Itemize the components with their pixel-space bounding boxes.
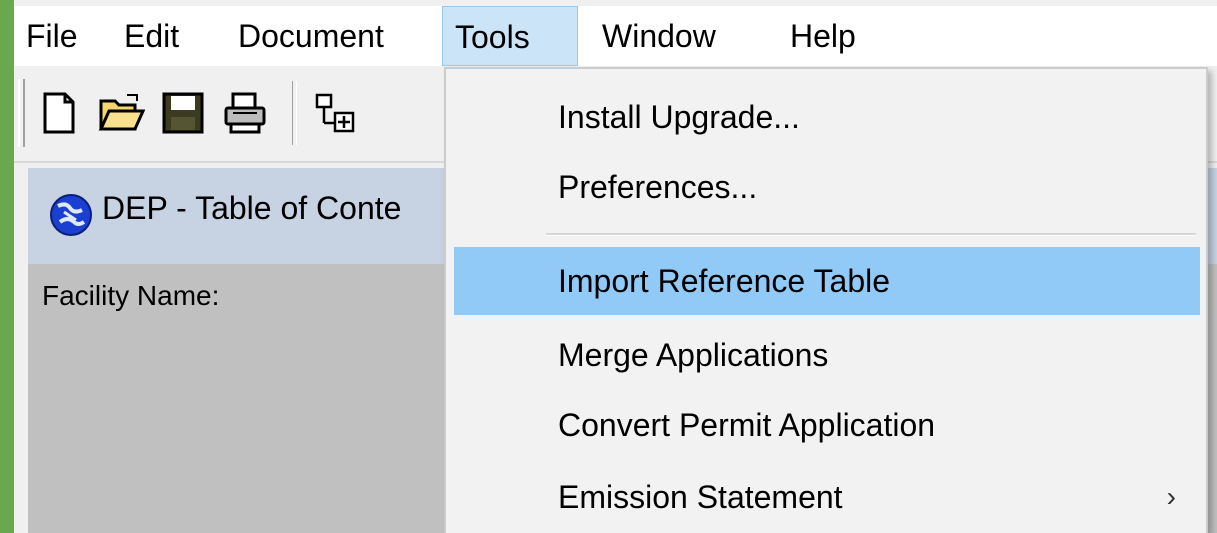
- menu-file[interactable]: File: [14, 6, 90, 66]
- menu-item-label: Preferences...: [558, 169, 758, 205]
- menu-item-import-reference-table[interactable]: Import Reference Table: [454, 247, 1200, 315]
- open-folder-icon[interactable]: [92, 81, 150, 145]
- menu-bar: File Edit Document Tools Window Help: [14, 6, 1217, 66]
- menu-tools[interactable]: Tools: [442, 6, 578, 66]
- menu-item-preferences[interactable]: Preferences...: [454, 153, 1200, 221]
- toolbar-grip[interactable]: [18, 79, 25, 147]
- menu-item-label: Emission Statement: [558, 479, 843, 515]
- subwindow-title: DEP - Table of Conte: [102, 190, 402, 226]
- application-window: File Edit Document Tools Window Help DEP…: [14, 0, 1217, 533]
- toolbar-separator: [292, 81, 297, 145]
- menu-item-label: Merge Applications: [558, 337, 829, 373]
- menu-edit[interactable]: Edit: [112, 6, 191, 66]
- menu-item-label: Install Upgrade...: [558, 99, 800, 135]
- menu-item-merge-applications[interactable]: Merge Applications: [454, 321, 1200, 389]
- globe-app-icon: [48, 192, 94, 243]
- menu-separator: [546, 233, 1196, 236]
- menu-window[interactable]: Window: [590, 6, 728, 66]
- menu-item-install-upgrade[interactable]: Install Upgrade...: [454, 83, 1200, 151]
- facility-name-label: Facility Name:: [42, 280, 220, 311]
- print-icon[interactable]: [216, 81, 274, 145]
- new-document-icon[interactable]: [30, 81, 88, 145]
- save-disk-icon[interactable]: [154, 81, 212, 145]
- menu-document[interactable]: Document: [226, 6, 396, 66]
- tools-menu-dropdown: Install Upgrade... Preferences... Import…: [444, 67, 1208, 533]
- tree-add-icon[interactable]: [306, 81, 364, 145]
- submenu-arrow-icon: ›: [1166, 481, 1176, 512]
- menu-item-label: Convert Permit Application: [558, 407, 936, 443]
- menu-item-emission-statement[interactable]: Emission Statement ›: [454, 463, 1200, 531]
- menu-item-label: Import Reference Table: [558, 263, 891, 299]
- menu-item-convert-permit-application[interactable]: Convert Permit Application: [454, 391, 1200, 459]
- menu-help[interactable]: Help: [778, 6, 868, 66]
